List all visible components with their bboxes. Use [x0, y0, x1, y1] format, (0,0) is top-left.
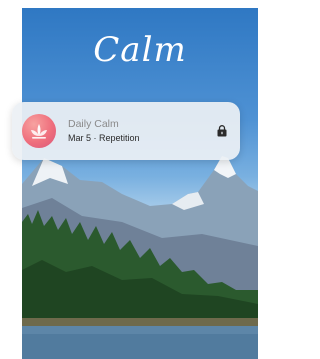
lock-icon[interactable]	[216, 125, 228, 137]
calm-logo: Calm	[93, 30, 187, 70]
shoreline	[22, 318, 258, 326]
lake-reflection	[22, 334, 258, 359]
lotus-icon	[31, 124, 47, 139]
notification-title: Daily Calm	[68, 118, 119, 130]
notification-card[interactable]: Daily Calm Mar 5 · Repetition	[12, 102, 240, 160]
phone-screen: Calm	[22, 8, 258, 359]
notification-subtitle: Mar 5 · Repetition	[68, 133, 140, 143]
calm-app-icon	[22, 114, 56, 148]
